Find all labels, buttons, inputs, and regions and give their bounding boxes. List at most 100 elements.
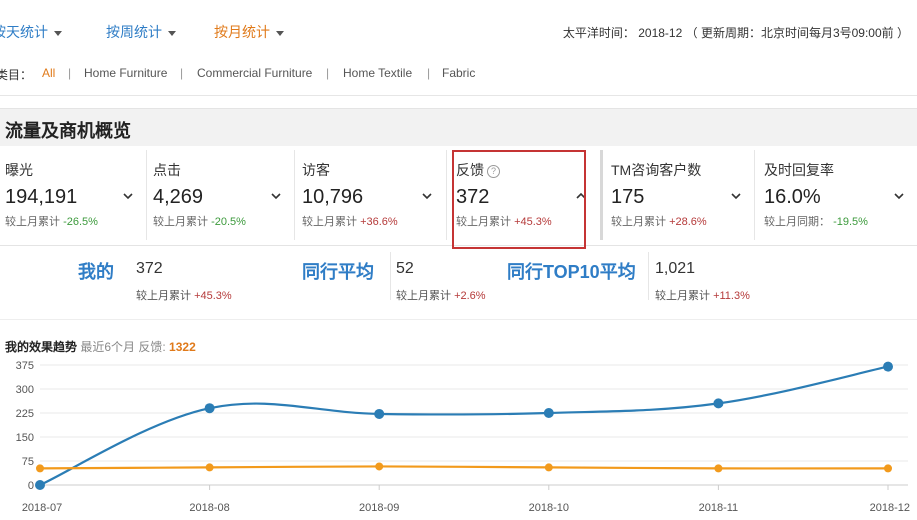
comparison-change-value: +11.3%	[713, 290, 750, 302]
y-tick-label: 225	[16, 408, 34, 420]
comparison-mine-change: 较上月累计 +45.3%	[136, 287, 232, 303]
metric-change-value: -20.5%	[211, 216, 246, 228]
category-commercial-furniture[interactable]: Commercial Furniture	[197, 66, 312, 80]
data-point	[36, 464, 44, 473]
data-point	[544, 463, 553, 472]
divider	[648, 252, 649, 300]
category-home-furniture[interactable]: Home Furniture	[84, 66, 167, 80]
comparison-mine-value: 372	[136, 260, 163, 277]
metric-change-label: 较上月累计	[611, 216, 666, 228]
comparison-change-label: 较上月累计	[655, 290, 710, 302]
metric-change-value: -26.5%	[63, 216, 98, 228]
tab-monthly[interactable]: 按月统计	[214, 22, 284, 42]
highlight-box	[452, 150, 586, 249]
metric-change: 较上月累计 +36.6%	[302, 213, 398, 229]
tab-monthly-label: 按月统计	[214, 24, 270, 40]
tab-daily[interactable]: 按天统计	[0, 22, 62, 42]
y-tick-label: 75	[22, 456, 34, 468]
chevron-down-icon[interactable]	[270, 190, 282, 202]
comparison-mine-title: 我的	[78, 262, 114, 282]
divider	[390, 252, 391, 300]
metric-value: 10,796	[302, 186, 364, 208]
comparison-top10-value: 1,021	[655, 260, 696, 277]
metric-label: 点击	[153, 162, 181, 178]
tab-daily-label: 按天统计	[0, 24, 48, 40]
data-point	[375, 462, 384, 471]
divider	[0, 95, 917, 96]
metric-change-value: +36.6%	[360, 216, 398, 228]
chevron-down-icon[interactable]	[893, 190, 905, 202]
metric-change-label: 较上月累计	[5, 216, 60, 228]
chevron-down-icon[interactable]	[421, 190, 433, 202]
comparison-peer-avg-title: 同行平均	[302, 262, 374, 282]
category-separator: |	[427, 66, 431, 80]
category-all[interactable]: All	[42, 66, 55, 80]
tab-weekly-label: 按周统计	[106, 24, 162, 40]
metric-card-visitors[interactable]: 访客 10,796 较上月累计 +36.6%	[297, 146, 445, 244]
metric-value: 4,269	[153, 186, 204, 208]
comparison-change-label: 较上月累计	[136, 290, 191, 302]
data-point	[374, 408, 385, 419]
metric-card-exposure[interactable]: 曝光 194,191 较上月累计 -26.5%	[0, 146, 146, 244]
comparison-peer-avg-change: 较上月累计 +2.6%	[396, 287, 486, 303]
top-bar: 按天统计 按周统计 按月统计 太平洋时间： 2018-12 （ 更新周期：北京时…	[0, 0, 917, 60]
metric-change: 较上月同期： -19.5%	[764, 213, 868, 229]
chevron-down-icon[interactable]	[730, 190, 742, 202]
divider	[754, 150, 755, 240]
metric-value: 175	[611, 186, 645, 208]
divider	[294, 150, 295, 240]
x-tick-label: 2018-09	[359, 502, 399, 514]
section-header: 流量及商机概览	[0, 108, 917, 146]
data-point	[714, 464, 723, 473]
category-label: 类目：	[0, 68, 33, 82]
metric-change-label: 较上月累计	[153, 216, 208, 228]
category-home-textile[interactable]: Home Textile	[343, 66, 412, 80]
x-tick-label: 2018-10	[529, 502, 569, 514]
data-point	[35, 480, 45, 490]
y-tick-label: 150	[16, 432, 34, 444]
divider	[600, 150, 603, 240]
category-separator: |	[326, 66, 330, 80]
y-tick-label: 375	[16, 360, 34, 372]
series-line-1	[39, 465, 889, 470]
metric-change-value: -19.5%	[833, 216, 868, 228]
chevron-down-icon	[168, 30, 176, 36]
divider	[146, 150, 147, 240]
x-tick-label: 2018-07	[22, 502, 62, 514]
time-info: 太平洋时间： 2018-12 （ 更新周期：北京时间每月3号09:00前 ）	[562, 26, 909, 40]
comparison-change-value: +45.3%	[194, 290, 232, 302]
metric-card-clicks[interactable]: 点击 4,269 较上月累计 -20.5%	[148, 146, 294, 244]
comparison-change-label: 较上月累计	[396, 290, 451, 302]
metric-change-label: 较上月同期：	[764, 216, 830, 228]
category-separator: |	[68, 66, 72, 80]
category-separator: |	[180, 66, 184, 80]
chevron-down-icon[interactable]	[122, 190, 134, 202]
comparison-change-value: +2.6%	[454, 290, 486, 302]
divider	[446, 150, 447, 240]
data-point	[883, 361, 893, 372]
comparison-row: 我的 372 较上月累计 +45.3% 同行平均 52 较上月累计 +2.6% …	[0, 250, 917, 320]
metric-card-tm-inquiries[interactable]: TM咨询客户数 175 较上月累计 +28.6%	[606, 146, 754, 244]
metric-label: TM咨询客户数	[611, 162, 702, 178]
data-point	[713, 398, 724, 409]
chevron-down-icon	[276, 30, 284, 36]
category-fabric[interactable]: Fabric	[442, 66, 475, 80]
data-point	[204, 403, 215, 414]
x-tick-label: 2018-08	[189, 502, 229, 514]
metric-change: 较上月累计 -26.5%	[5, 213, 98, 229]
data-point	[205, 463, 214, 472]
tab-weekly[interactable]: 按周统计	[106, 22, 176, 42]
data-point	[884, 464, 892, 473]
comparison-peer-avg-value: 52	[396, 260, 414, 277]
metric-label: 及时回复率	[764, 162, 834, 178]
metric-value: 16.0%	[764, 186, 821, 208]
metric-change: 较上月累计 -20.5%	[153, 213, 246, 229]
metric-card-reply-rate[interactable]: 及时回复率 16.0% 较上月同期： -19.5%	[759, 146, 917, 244]
metric-change: 较上月累计 +28.6%	[611, 213, 707, 229]
trend-chart: 0 75 150 225 300 375 2018-07 2018-08 2018-09 2018…	[16, 360, 910, 514]
metric-change-value: +28.6%	[669, 216, 707, 228]
data-point	[543, 408, 554, 418]
comparison-top10-change: 较上月累计 +11.3%	[655, 287, 750, 303]
y-tick-label: 300	[16, 384, 34, 396]
x-tick-label: 2018-12	[870, 502, 910, 514]
